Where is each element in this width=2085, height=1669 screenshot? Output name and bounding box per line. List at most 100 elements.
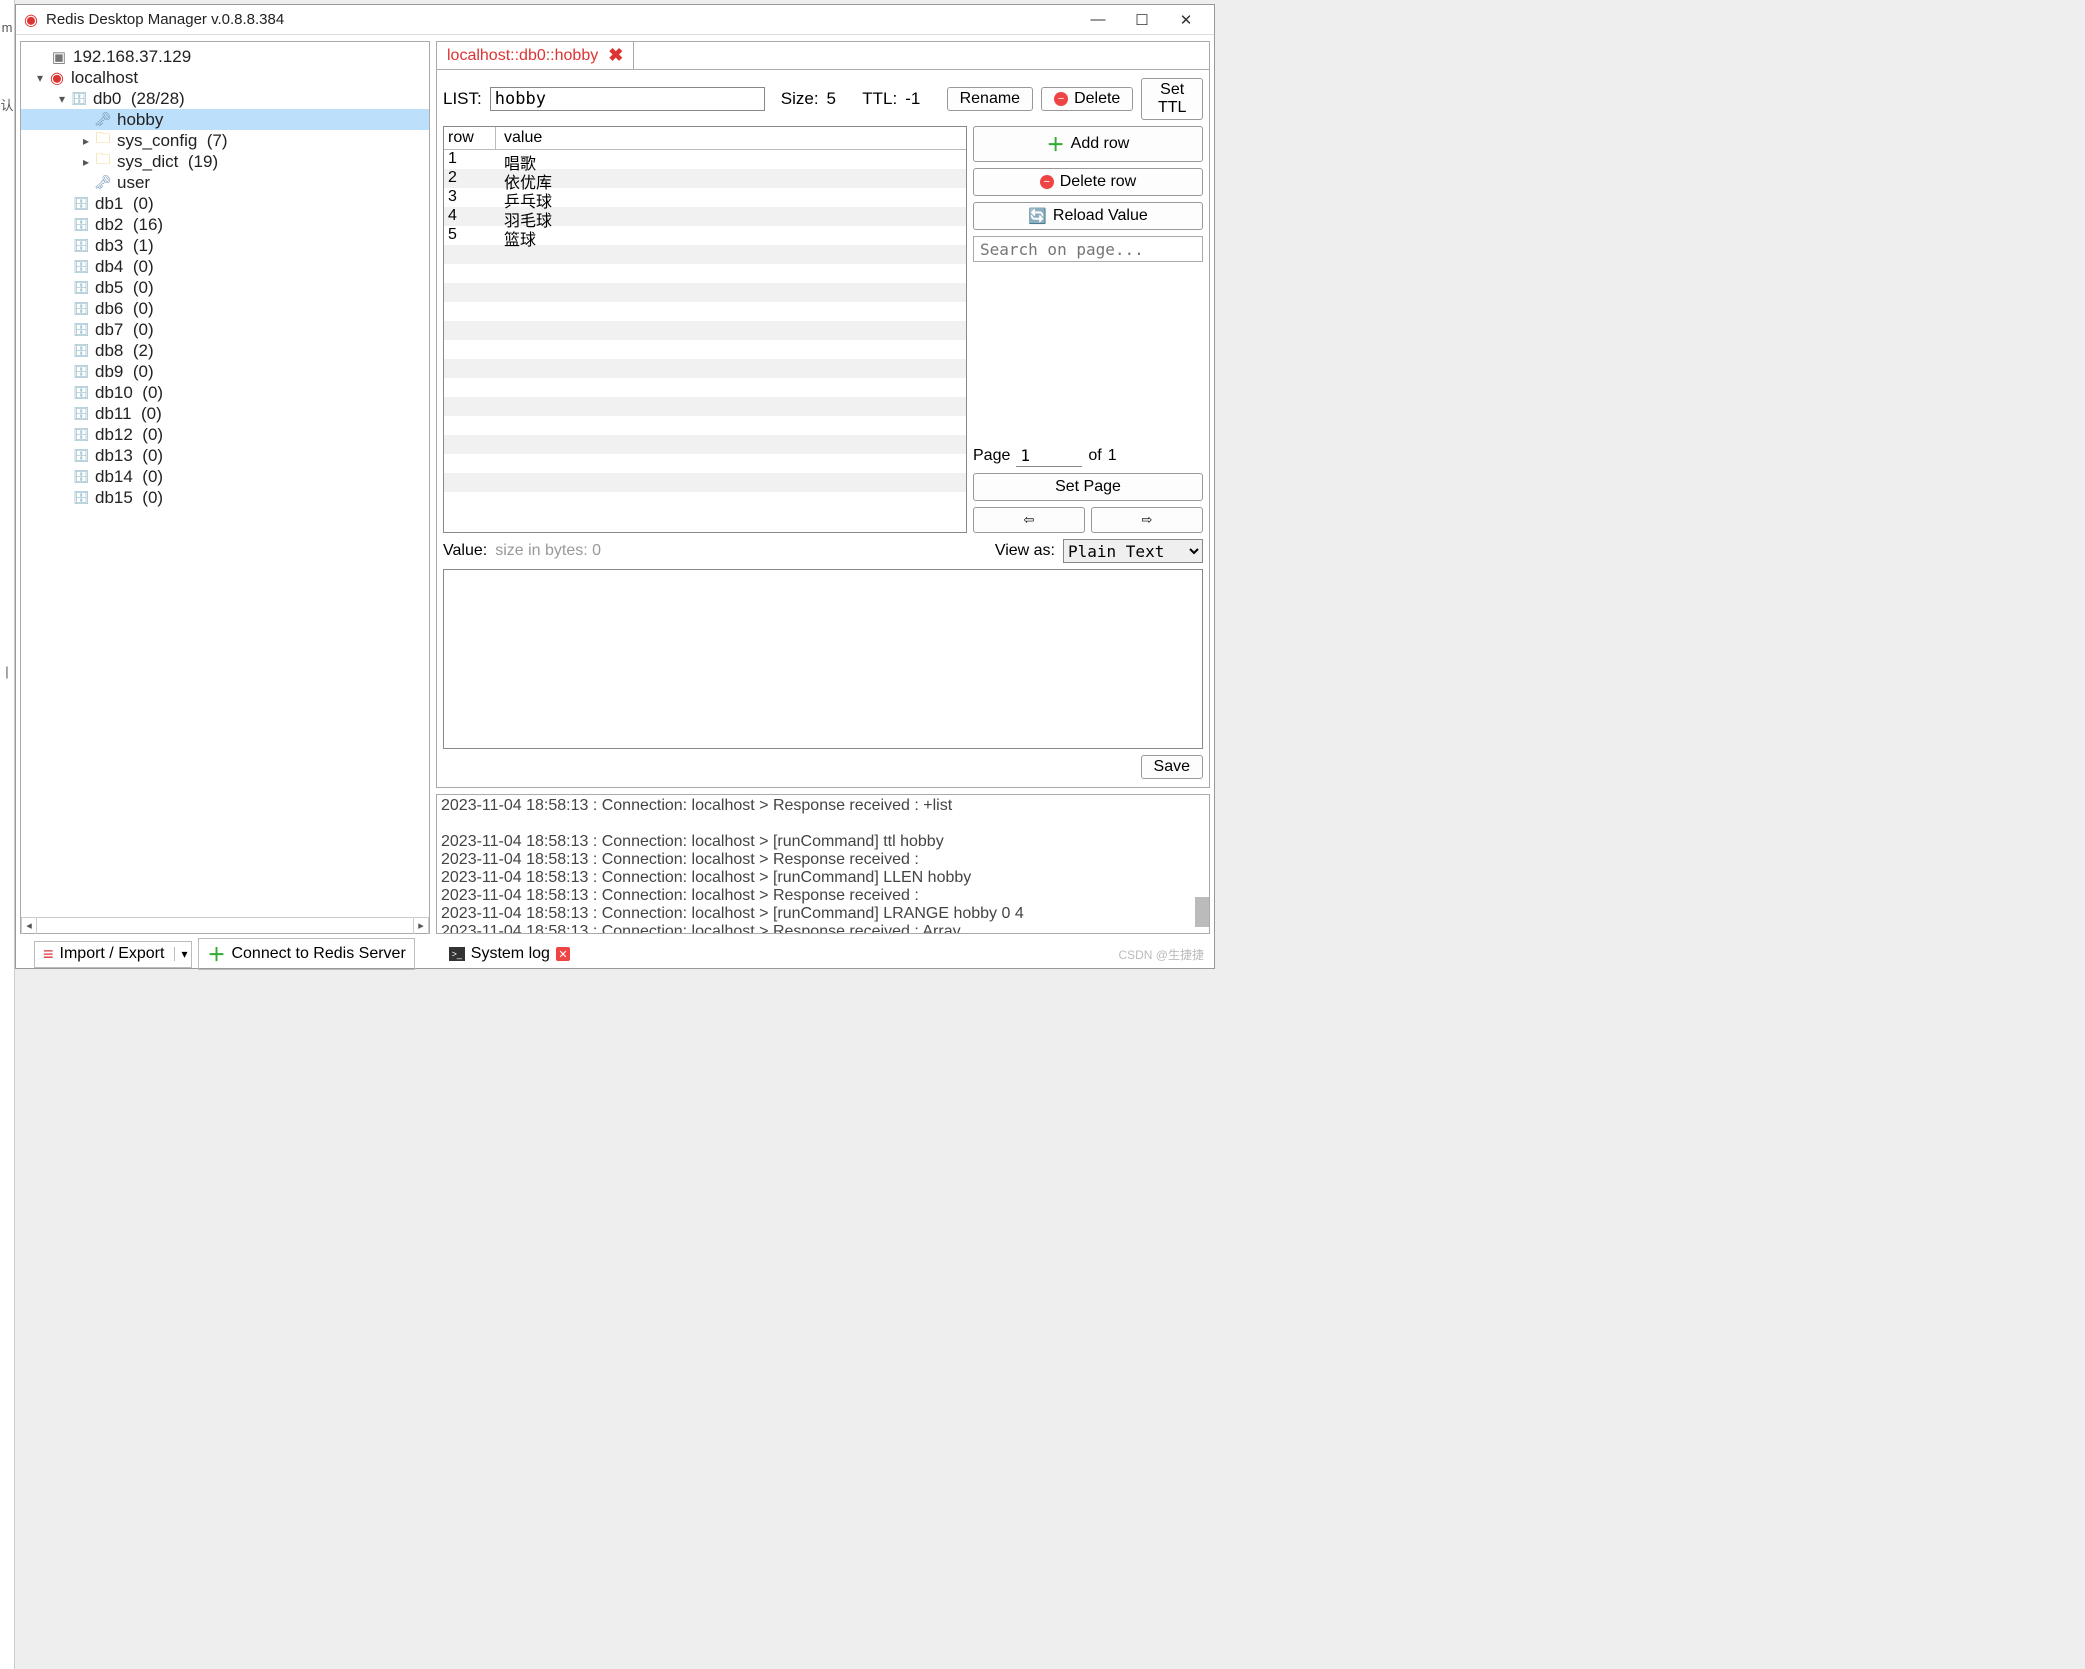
col-value[interactable]: value <box>496 127 966 149</box>
table-row[interactable] <box>444 283 966 302</box>
chevron-right-icon[interactable]: ▸ <box>79 134 93 148</box>
arrow-right-icon: ⇨ <box>1142 512 1153 528</box>
plus-icon: ＋ <box>207 941 225 967</box>
tree-key-sys_dict[interactable]: ▸🗀sys_dict (19) <box>21 151 429 172</box>
table-row[interactable] <box>444 264 966 283</box>
tree-db13[interactable]: 🗄 db13 (0) <box>21 445 429 466</box>
tree-key-hobby[interactable]: 🗝hobby <box>21 109 429 130</box>
set-ttl-button[interactable]: Set TTL <box>1141 78 1203 120</box>
table-row[interactable] <box>444 416 966 435</box>
table-row[interactable]: 4羽毛球 <box>444 207 966 226</box>
database-icon: 🗄 <box>71 195 91 213</box>
tree-server-ip[interactable]: ▣ 192.168.37.129 <box>21 46 429 67</box>
database-icon: 🗄 <box>71 279 91 297</box>
chevron-down-icon[interactable]: ▾ <box>33 71 47 85</box>
table-row[interactable] <box>444 435 966 454</box>
table-row[interactable]: 5篮球 <box>444 226 966 245</box>
titlebar[interactable]: ◉ Redis Desktop Manager v.0.8.8.384 — ☐ … <box>16 5 1214 35</box>
database-icon: 🗄 <box>71 426 91 444</box>
tree-db2[interactable]: 🗄 db2 (16) <box>21 214 429 235</box>
database-icon: 🗄 <box>69 90 89 108</box>
tree-db9[interactable]: 🗄 db9 (0) <box>21 361 429 382</box>
tree-key-sys_config[interactable]: ▸🗀sys_config (7) <box>21 130 429 151</box>
delete-key-button[interactable]: −Delete <box>1041 87 1133 111</box>
set-page-button[interactable]: Set Page <box>973 473 1203 501</box>
next-page-button[interactable]: ⇨ <box>1091 507 1203 533</box>
tree-key-user[interactable]: 🗝user <box>21 172 429 193</box>
tree-db4[interactable]: 🗄 db4 (0) <box>21 256 429 277</box>
tree-db8[interactable]: 🗄 db8 (2) <box>21 340 429 361</box>
tree-connection[interactable]: ▾ ◉ localhost <box>21 67 429 88</box>
tree-db14[interactable]: 🗄 db14 (0) <box>21 466 429 487</box>
size-value: 5 <box>827 89 836 109</box>
chevron-right-icon[interactable]: ▸ <box>79 155 93 169</box>
table-row[interactable]: 3乒乓球 <box>444 188 966 207</box>
tree-db3[interactable]: 🗄 db3 (1) <box>21 235 429 256</box>
tree-db5[interactable]: 🗄 db5 (0) <box>21 277 429 298</box>
tree-db1[interactable]: 🗄 db1 (0) <box>21 193 429 214</box>
close-tab-icon[interactable]: ✖ <box>608 45 623 66</box>
log-line: 2023-11-04 18:58:13 : Connection: localh… <box>441 923 1205 934</box>
database-icon: 🗄 <box>71 489 91 507</box>
log-panel[interactable]: 2023-11-04 18:58:13 : Connection: localh… <box>436 794 1210 934</box>
tree-db7[interactable]: 🗄 db7 (0) <box>21 319 429 340</box>
save-button[interactable]: Save <box>1141 755 1203 779</box>
tree-db6[interactable]: 🗄 db6 (0) <box>21 298 429 319</box>
viewas-label: View as: <box>995 542 1055 560</box>
database-icon: 🗄 <box>71 447 91 465</box>
add-row-button[interactable]: ＋Add row <box>973 126 1203 162</box>
viewas-select[interactable]: Plain Text <box>1063 539 1203 563</box>
chevron-down-icon[interactable]: ▾ <box>55 92 69 106</box>
close-button[interactable]: ✕ <box>1164 6 1208 34</box>
close-log-icon[interactable]: ✕ <box>556 947 570 961</box>
table-row[interactable] <box>444 321 966 340</box>
prev-page-button[interactable]: ⇦ <box>973 507 1085 533</box>
delete-icon: − <box>1054 92 1068 106</box>
table-row[interactable]: 1唱歌 <box>444 150 966 169</box>
terminal-icon: >_ <box>449 947 465 961</box>
tree-db12[interactable]: 🗄 db12 (0) <box>21 424 429 445</box>
table-row[interactable] <box>444 245 966 264</box>
delete-row-button[interactable]: −Delete row <box>973 168 1203 196</box>
search-input[interactable] <box>973 236 1203 262</box>
system-log-button[interactable]: >_ System log ✕ <box>441 943 578 965</box>
tree-db0[interactable]: ▾ 🗄 db0 (28/28) <box>21 88 429 109</box>
page-input[interactable] <box>1016 445 1082 467</box>
watermark: CSDN @生捷捷 <box>1118 946 1204 963</box>
import-export-button[interactable]: ≡ Import / Export ▾ <box>34 941 192 968</box>
dropdown-icon[interactable]: ▾ <box>174 947 187 961</box>
table-row[interactable] <box>444 378 966 397</box>
table-row[interactable]: 2依优库 <box>444 169 966 188</box>
tab-key[interactable]: localhost::db0::hobby ✖ <box>437 42 634 69</box>
window-title: Redis Desktop Manager v.0.8.8.384 <box>46 11 1076 28</box>
scroll-left-icon[interactable]: ◂ <box>21 918 37 934</box>
value-editor[interactable] <box>443 569 1203 749</box>
col-row[interactable]: row <box>444 127 496 149</box>
table-row[interactable] <box>444 473 966 492</box>
tree-db10[interactable]: 🗄 db10 (0) <box>21 382 429 403</box>
key-name-input[interactable] <box>490 87 765 111</box>
table-row[interactable] <box>444 359 966 378</box>
table-row[interactable] <box>444 340 966 359</box>
size-label: Size: <box>781 89 819 109</box>
minimize-button[interactable]: — <box>1076 6 1120 34</box>
rename-button[interactable]: Rename <box>947 87 1033 111</box>
scroll-right-icon[interactable]: ▸ <box>413 918 429 934</box>
log-scrollbar-thumb[interactable] <box>1195 897 1209 927</box>
database-icon: 🗄 <box>71 405 91 423</box>
tree-hscrollbar[interactable]: ◂ ▸ <box>21 917 429 933</box>
table-row[interactable] <box>444 302 966 321</box>
table-row[interactable] <box>444 492 966 511</box>
ttl-label: TTL: <box>862 89 897 109</box>
connection-tree[interactable]: ▣ 192.168.37.129 ▾ ◉ localhost ▾ 🗄 db0 (… <box>21 42 429 917</box>
value-grid[interactable]: row value 1唱歌2依优库3乒乓球4羽毛球5篮球 <box>443 126 967 533</box>
connect-button[interactable]: ＋ Connect to Redis Server <box>198 938 414 970</box>
database-icon: 🗄 <box>71 321 91 339</box>
tree-db15[interactable]: 🗄 db15 (0) <box>21 487 429 508</box>
reload-value-button[interactable]: 🔄Reload Value <box>973 202 1203 230</box>
table-row[interactable] <box>444 454 966 473</box>
tree-db11[interactable]: 🗄 db11 (0) <box>21 403 429 424</box>
maximize-button[interactable]: ☐ <box>1120 6 1164 34</box>
database-icon: 🗄 <box>71 384 91 402</box>
table-row[interactable] <box>444 397 966 416</box>
